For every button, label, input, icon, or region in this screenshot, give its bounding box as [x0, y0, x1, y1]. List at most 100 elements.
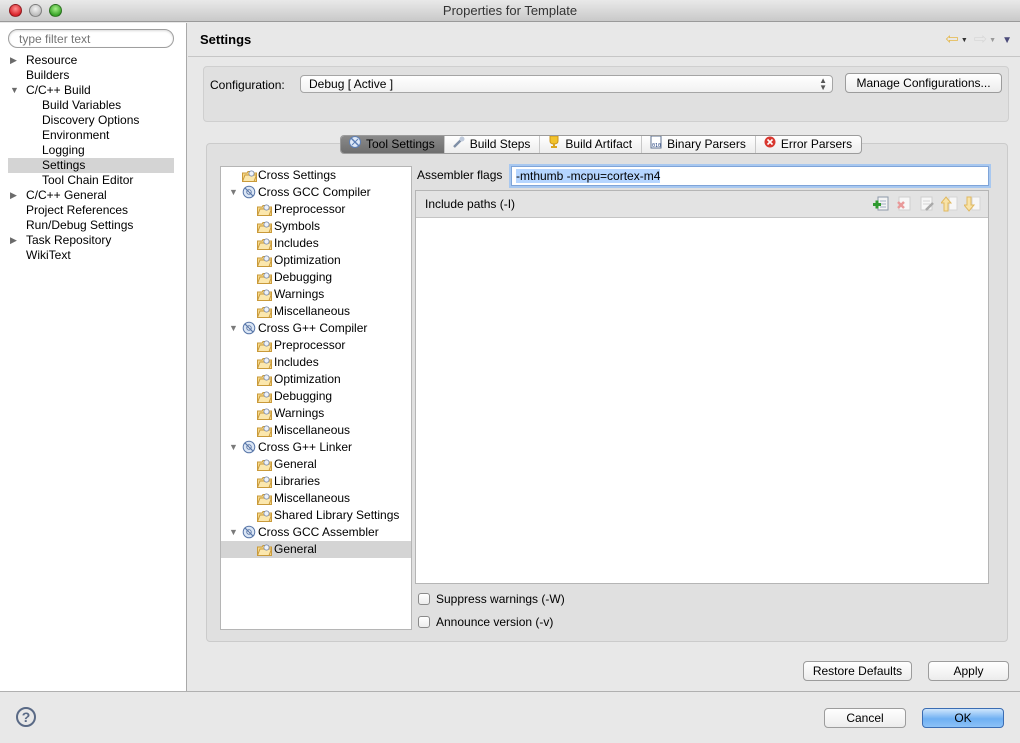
ok-button[interactable]: OK	[922, 708, 1004, 728]
sidebar-item-task-repository[interactable]: ▶ Task Repository	[8, 233, 174, 248]
tool-node[interactable]: ▼ Cross G++ Compiler	[221, 320, 411, 337]
tool-node[interactable]: ▼ Cross GCC Assembler	[221, 524, 411, 541]
close-window-button[interactable]	[9, 4, 22, 17]
option-folder-icon	[256, 306, 273, 318]
select-updown-icon: ▲ ▼	[819, 76, 827, 92]
tab-binary-parsers[interactable]: 010 Binary Parsers	[642, 136, 756, 153]
option-folder-icon	[256, 340, 273, 352]
option-node[interactable]: Miscellaneous	[221, 490, 411, 507]
collapse-twisty-icon[interactable]: ▼	[229, 184, 238, 201]
back-arrow-icon[interactable]: ⇦	[945, 32, 958, 48]
tree-node-label: Miscellaneous	[274, 491, 351, 505]
view-menu-icon[interactable]: ▼	[1002, 35, 1012, 46]
delete-path-icon[interactable]	[895, 195, 913, 213]
sidebar-item-environment[interactable]: Environment	[8, 128, 174, 143]
tool-node[interactable]: ▼ Cross G++ Linker	[221, 439, 411, 456]
option-node[interactable]: General	[221, 456, 411, 473]
sidebar-item-label: C/C++ General	[26, 188, 107, 202]
sidebar-item-c-c-general[interactable]: ▶ C/C++ General	[8, 188, 174, 203]
sidebar-item-tool-chain-editor[interactable]: Tool Chain Editor	[8, 173, 174, 188]
add-path-icon[interactable]	[872, 195, 890, 213]
back-history-dropdown[interactable]: ▼	[961, 37, 968, 44]
tree-node-label: Warnings	[274, 406, 325, 420]
configuration-selected-value: Debug [ Active ]	[309, 77, 394, 91]
sidebar-item-project-references[interactable]: Project References	[8, 203, 174, 218]
option-node[interactable]: Libraries	[221, 473, 411, 490]
tab-error-parsers[interactable]: Error Parsers	[756, 136, 861, 153]
option-node[interactable]: Miscellaneous	[221, 303, 411, 320]
include-paths-list[interactable]: Include paths (-I)	[415, 190, 989, 584]
tree-node-label: Cross Settings	[258, 168, 337, 182]
include-paths-title: Include paths (-I)	[425, 197, 516, 211]
option-node[interactable]: Miscellaneous	[221, 422, 411, 439]
option-node[interactable]: Preprocessor	[221, 337, 411, 354]
announce-version-option[interactable]: Announce version (-v)	[418, 615, 553, 629]
sidebar-item-logging[interactable]: Logging	[8, 143, 174, 158]
apply-button[interactable]: Apply	[928, 661, 1009, 681]
sidebar-item-c-c-build[interactable]: ▼ C/C++ Build	[8, 83, 174, 98]
option-node[interactable]: Debugging	[221, 269, 411, 286]
option-node[interactable]: Cross Settings	[221, 167, 411, 184]
cancel-button[interactable]: Cancel	[824, 708, 906, 728]
suppress-warnings-option[interactable]: Suppress warnings (-W)	[418, 592, 565, 606]
configuration-select[interactable]: Debug [ Active ] ▲ ▼	[300, 75, 833, 93]
collapse-twisty-icon[interactable]: ▼	[229, 320, 238, 337]
option-node[interactable]: Warnings	[221, 405, 411, 422]
forward-history-dropdown[interactable]: ▼	[989, 37, 996, 44]
tree-node-label: Debugging	[274, 389, 333, 403]
help-icon[interactable]: ?	[16, 707, 36, 727]
option-node[interactable]: Includes	[221, 354, 411, 371]
sidebar-item-wikitext[interactable]: WikiText	[8, 248, 174, 263]
expand-twisty-icon[interactable]: ▶	[10, 233, 17, 248]
forward-arrow-icon[interactable]: ⇨	[974, 32, 987, 48]
option-node[interactable]: Optimization	[221, 252, 411, 269]
collapse-twisty-icon[interactable]: ▼	[10, 83, 19, 98]
footer-divider	[0, 691, 1020, 692]
option-folder-icon	[256, 204, 273, 216]
sidebar-item-label: Tool Chain Editor	[42, 173, 134, 187]
suppress-warnings-checkbox[interactable]	[418, 593, 430, 605]
expand-twisty-icon[interactable]: ▶	[10, 53, 17, 68]
option-node[interactable]: Symbols	[221, 218, 411, 235]
property-pages-tree: ▶ Resource Builders ▼ C/C++ Build Build Varia…	[8, 53, 174, 263]
filter-input[interactable]	[8, 29, 174, 48]
sidebar-item-label: Run/Debug Settings	[26, 218, 134, 232]
binary-parsers-icon: 010	[649, 136, 663, 153]
assembler-flags-input[interactable]: -mthumb -mcpu=cortex-m4	[511, 166, 989, 186]
zoom-window-button[interactable]	[49, 4, 62, 17]
option-folder-icon	[256, 493, 273, 505]
sidebar-item-settings[interactable]: Settings	[8, 158, 174, 173]
announce-version-checkbox[interactable]	[418, 616, 430, 628]
minimize-window-button[interactable]	[29, 4, 42, 17]
option-node[interactable]: General	[221, 541, 411, 558]
sidebar-item-builders[interactable]: Builders	[8, 68, 174, 83]
tab-build-steps[interactable]: Build Steps	[445, 136, 541, 153]
option-node[interactable]: Preprocessor	[221, 201, 411, 218]
option-folder-icon	[256, 476, 273, 488]
tree-node-label: Cross GCC Assembler	[258, 525, 379, 539]
tool-node[interactable]: ▼ Cross GCC Compiler	[221, 184, 411, 201]
edit-path-icon[interactable]	[918, 195, 936, 213]
tree-node-label: Cross G++ Linker	[258, 440, 353, 454]
option-node[interactable]: Shared Library Settings	[221, 507, 411, 524]
option-node[interactable]: Warnings	[221, 286, 411, 303]
restore-defaults-button[interactable]: Restore Defaults	[803, 661, 912, 681]
tree-node-label: Symbols	[274, 219, 321, 233]
option-node[interactable]: Optimization	[221, 371, 411, 388]
tree-node-label: Includes	[274, 355, 319, 369]
option-node[interactable]: Includes	[221, 235, 411, 252]
collapse-twisty-icon[interactable]: ▼	[229, 524, 238, 541]
sidebar-item-resource[interactable]: ▶ Resource	[8, 53, 174, 68]
window-title: Properties for Template	[442, 3, 578, 18]
tab-tool-settings[interactable]: Tool Settings	[341, 136, 445, 153]
tab-build-artifact[interactable]: Build Artifact	[540, 136, 643, 153]
option-node[interactable]: Debugging	[221, 388, 411, 405]
manage-configurations-button[interactable]: Manage Configurations...	[845, 73, 1002, 93]
move-up-icon[interactable]	[941, 195, 959, 213]
collapse-twisty-icon[interactable]: ▼	[229, 439, 238, 456]
sidebar-item-build-variables[interactable]: Build Variables	[8, 98, 174, 113]
sidebar-item-discovery-options[interactable]: Discovery Options	[8, 113, 174, 128]
sidebar-item-run-debug-settings[interactable]: Run/Debug Settings	[8, 218, 174, 233]
move-down-icon[interactable]	[964, 195, 982, 213]
expand-twisty-icon[interactable]: ▶	[10, 188, 17, 203]
